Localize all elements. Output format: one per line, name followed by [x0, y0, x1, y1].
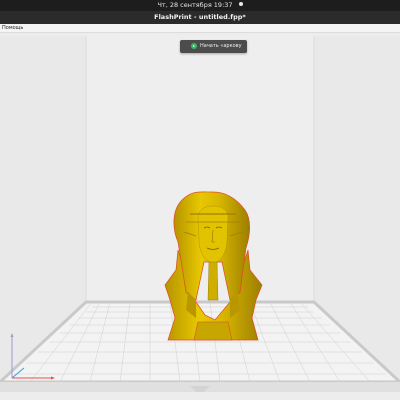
system-top-bar: Чт, 28 сентября 19:37 — [0, 0, 400, 11]
scene-canvas[interactable] — [0, 33, 400, 400]
play-circle-icon — [191, 43, 197, 49]
notification-dot-icon — [238, 2, 243, 6]
window-title: FlashPrint - untitled.fpp* — [154, 13, 246, 21]
start-print-button[interactable]: Начать «аркову — [180, 40, 247, 53]
3d-viewport[interactable]: Начать «аркову — [0, 33, 400, 400]
window-titlebar: FlashPrint - untitled.fpp* — [0, 11, 400, 24]
menu-item-help[interactable]: Помощь — [2, 24, 23, 32]
start-print-label: Начать «аркову — [200, 43, 242, 49]
system-clock[interactable]: Чт, 28 сентября 19:37 — [157, 1, 232, 9]
menu-bar: Помощь — [0, 24, 400, 33]
